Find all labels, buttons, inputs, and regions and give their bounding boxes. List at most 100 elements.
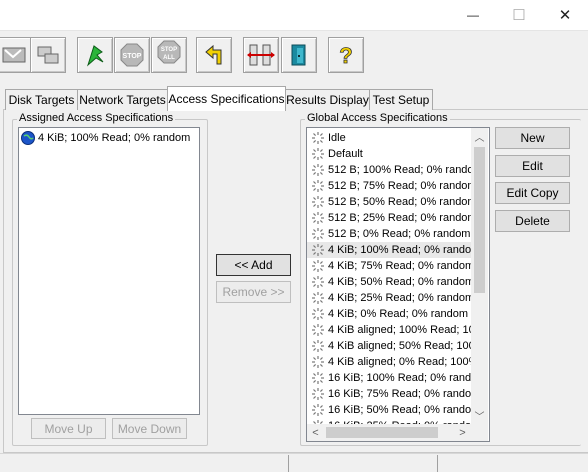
close-button[interactable]: ✕ (542, 0, 588, 30)
scroll-down-arrow[interactable]: ﹀ (471, 407, 488, 424)
tab-test-setup[interactable]: Test Setup (369, 89, 433, 110)
global-item-label: 16 KiB; 100% Read; 0% random (328, 372, 471, 384)
edit-button[interactable]: Edit (495, 155, 570, 177)
minimize-icon: — (467, 8, 479, 22)
global-list-item[interactable]: 512 B; 0% Read; 0% random (307, 226, 471, 242)
global-list[interactable]: Idle Default 512 B; 100% Read; 0% random 51… (306, 127, 490, 442)
move-up-button[interactable]: Move Up (31, 418, 106, 439)
help-icon: ? (339, 43, 353, 68)
move-up-label: Move Up (44, 421, 93, 436)
global-list-items: Idle Default 512 B; 100% Read; 0% random 51… (307, 128, 471, 424)
global-list-item[interactable]: 4 KiB aligned; 50% Read; 100% random (307, 338, 471, 354)
remove-label: Remove >> (222, 285, 285, 299)
toolbar-exit-button[interactable] (281, 37, 317, 73)
access-spec-icon (312, 212, 324, 224)
tab-label: Results Display (286, 93, 369, 107)
tab-disk-targets[interactable]: Disk Targets (5, 89, 78, 110)
global-list-item[interactable]: 4 KiB aligned; 100% Read; 100% random (307, 322, 471, 338)
global-list-item[interactable]: 512 B; 100% Read; 0% random (307, 162, 471, 178)
scroll-right-arrow[interactable]: > (454, 424, 471, 441)
maximize-button[interactable]: ☐ (496, 0, 542, 30)
chevron-left-icon: < (312, 426, 319, 439)
global-item-label: Default (328, 148, 363, 160)
access-spec-icon (312, 164, 324, 176)
global-item-label: 512 B; 75% Read; 0% random (328, 180, 471, 192)
toolbar-stop-all-button[interactable]: STOP ALL (151, 37, 187, 73)
toolbar-workers-button[interactable] (243, 37, 279, 73)
delete-button[interactable]: Delete (495, 210, 570, 232)
global-list-item[interactable]: 512 B; 75% Read; 0% random (307, 178, 471, 194)
access-spec-icon (312, 340, 324, 352)
global-list-item[interactable]: Default (307, 146, 471, 162)
green-flag-icon (86, 45, 104, 67)
toolbar-stop-button[interactable]: STOP (114, 37, 150, 73)
copy-icon (37, 46, 59, 64)
tab-label: Access Specifications (168, 92, 285, 106)
global-list-item[interactable]: 4 KiB; 0% Read; 0% random (307, 306, 471, 322)
tab-label: Network Targets (79, 93, 166, 107)
new-button[interactable]: New (495, 127, 570, 149)
scroll-up-arrow[interactable]: ︿ (471, 128, 488, 145)
toolbar-display-button[interactable] (0, 37, 32, 73)
global-list-item[interactable]: Idle (307, 130, 471, 146)
remove-button[interactable]: Remove >> (216, 281, 291, 303)
assigned-item-label: 4 KiB; 100% Read; 0% random (38, 132, 191, 144)
svg-text:ALL: ALL (163, 55, 175, 61)
global-list-item[interactable]: 512 B; 25% Read; 0% random (307, 210, 471, 226)
svg-text:?: ? (339, 43, 352, 68)
global-list-item[interactable]: 4 KiB; 75% Read; 0% random (307, 258, 471, 274)
access-spec-icon (312, 132, 324, 144)
access-spec-icon (312, 228, 324, 240)
move-down-label: Move Down (117, 421, 182, 436)
add-label: << Add (234, 258, 273, 272)
chevron-down-icon: ﹀ (474, 412, 485, 423)
global-list-item[interactable]: 512 B; 50% Read; 0% random (307, 194, 471, 210)
tab-network-targets[interactable]: Network Targets (77, 89, 168, 110)
title-bar-border (0, 30, 588, 31)
exit-icon (291, 44, 306, 66)
edit-copy-button[interactable]: Edit Copy (495, 182, 570, 204)
global-item-label: 512 B; 25% Read; 0% random (328, 212, 471, 224)
svg-text:STOP: STOP (161, 47, 177, 53)
delete-label: Delete (515, 214, 550, 228)
assigned-list-item[interactable]: 4 KiB; 100% Read; 0% random (21, 130, 197, 146)
global-item-label: 4 KiB aligned; 0% Read; 100% random (328, 356, 471, 368)
global-item-label: 4 KiB; 25% Read; 0% random (328, 292, 471, 304)
tab-results-display[interactable]: Results Display (285, 89, 370, 110)
global-list-item[interactable]: 4 KiB aligned; 0% Read; 100% random (307, 354, 471, 370)
global-list-item[interactable]: 16 KiB; 75% Read; 0% random (307, 386, 471, 402)
status-bar (0, 453, 588, 472)
global-list-item[interactable]: 16 KiB; 100% Read; 0% random (307, 370, 471, 386)
global-list-item[interactable]: 16 KiB; 50% Read; 0% random (307, 402, 471, 418)
horizontal-scroll-thumb[interactable] (326, 427, 438, 438)
global-item-label: 512 B; 100% Read; 0% random (328, 164, 471, 176)
new-label: New (520, 131, 545, 145)
workers-icon (247, 44, 275, 66)
assigned-list[interactable]: 4 KiB; 100% Read; 0% random (18, 127, 200, 415)
toolbar-start-button[interactable] (77, 37, 113, 73)
toolbar-help-button[interactable]: ? (328, 37, 364, 73)
toolbar-reset-button[interactable] (196, 37, 232, 73)
global-list-item[interactable]: 4 KiB; 50% Read; 0% random (307, 274, 471, 290)
scrollbar-corner (471, 424, 488, 441)
tab-label: Test Setup (372, 93, 430, 107)
scroll-left-arrow[interactable]: < (307, 424, 324, 441)
add-button[interactable]: << Add (216, 254, 291, 276)
global-item-label: 512 B; 50% Read; 0% random (328, 196, 471, 208)
minimize-button[interactable]: — (450, 0, 496, 30)
toolbar-copy-button[interactable] (30, 37, 66, 73)
global-list-item[interactable]: 4 KiB; 25% Read; 0% random (307, 290, 471, 306)
vertical-scrollbar[interactable]: ︿ ﹀ (471, 128, 488, 424)
horizontal-scrollbar[interactable]: < > (307, 424, 471, 441)
move-down-button[interactable]: Move Down (112, 418, 187, 439)
access-spec-icon (312, 260, 324, 272)
maximize-icon: ☐ (512, 7, 526, 24)
global-list-item[interactable]: 4 KiB; 100% Read; 0% random (307, 242, 471, 258)
access-spec-icon (312, 388, 324, 400)
edit-label: Edit (522, 159, 543, 173)
tab-access-specifications[interactable]: Access Specifications (167, 86, 286, 111)
close-icon: ✕ (558, 7, 572, 24)
assigned-group-title: Assigned Access Specifications (17, 112, 176, 124)
chevron-right-icon: > (459, 426, 466, 439)
vertical-scroll-thumb[interactable] (474, 147, 485, 293)
